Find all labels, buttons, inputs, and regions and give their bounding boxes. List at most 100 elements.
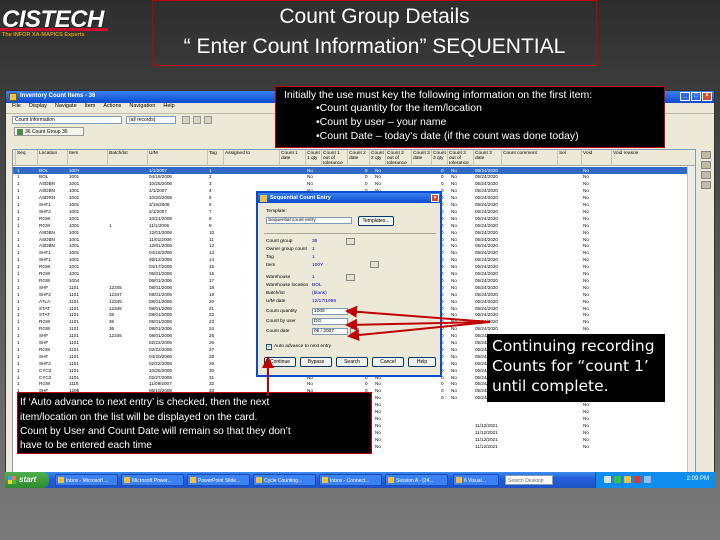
column-header[interactable]: Count 2 out of tolerance [387,151,411,166]
cell-void: No [583,284,589,290]
dialog-close-button[interactable]: × [431,194,439,202]
column-separator [431,150,432,166]
taskbar-item[interactable]: PowerPoint Slide... [187,474,250,486]
location-value: BOL [312,283,322,288]
taskbar-item[interactable]: Inbox - Connect... [319,474,382,486]
side-icon-2[interactable] [701,161,711,169]
column-header[interactable]: Count 3 qty [433,151,447,161]
bypass-button[interactable]: Bypass [300,357,332,367]
column-header[interactable]: Count 1 qty [307,151,321,161]
calendar-icon[interactable] [350,328,359,335]
count-by-user-input[interactable]: DG [312,318,348,325]
taskbar-group-icon [456,477,462,483]
menu-item[interactable]: Navigation [129,103,155,113]
column-header[interactable]: Void reason [613,151,695,156]
side-icon-1[interactable] [701,151,711,159]
cell-item: 1101 [69,284,79,290]
taskbar-item[interactable]: Cycle Counting... [253,474,316,486]
menu-item[interactable]: Actions [103,103,121,113]
side-icon-4[interactable] [701,181,711,189]
table-row[interactable]: 1 BOL 100Y 1/1/2007 1 No 0 No 0 No 05/24/2020 No [13,167,695,174]
taskbar-item[interactable]: Session A - [24... [385,474,448,486]
templates-button[interactable]: Templates... [358,216,394,226]
close-button[interactable]: × [702,92,712,101]
menu-item[interactable]: Item [85,103,96,113]
sequential-count-dialog: Sequential Count Entry × Template: Seque… [256,191,442,377]
column-header[interactable]: Count 3 date [475,151,501,161]
menu-item[interactable]: Display [29,103,47,113]
column-separator [207,150,208,166]
search-button[interactable]: Search [336,357,368,367]
tray-icon-4[interactable] [634,476,641,483]
column-header[interactable]: Void [583,151,611,156]
cell-d3: 05/24/2020 [475,181,498,187]
column-header[interactable]: Count 1 out of tolerance [323,151,347,166]
column-header[interactable]: Count 2 date [349,151,369,161]
cell-void: No [583,243,589,249]
column-header[interactable]: Count 3 date [413,151,431,161]
menu-item[interactable]: Help [163,103,174,113]
start-button[interactable]: start [5,472,49,488]
taskbar-item[interactable]: Inbox - Microsoft ... [55,474,118,486]
column-header[interactable]: Batch/lot [109,151,147,156]
warehouse-lookup-icon[interactable] [346,274,355,281]
grid-scrollbar[interactable] [687,166,695,474]
count-group-tab[interactable]: 36 Count Group 36 [14,127,84,136]
lookup-icon[interactable] [346,238,355,245]
tray-icon-3[interactable] [624,476,631,483]
tray-icon-5[interactable] [644,476,651,483]
column-header[interactable]: Item [69,151,107,156]
cell-tag: 28 [209,353,215,359]
taskbar-item[interactable]: Microsoft Power... [121,474,184,486]
cell-n2: No [375,174,381,180]
cell-q3: 0 [441,174,444,180]
side-icon-3[interactable] [701,171,711,179]
cell-lot: 12345 [109,298,122,304]
count-quantity-input[interactable]: 1000 [312,308,348,315]
count-date-input[interactable]: 05 / 2007 [312,328,348,335]
table-row[interactable]: 1 ASDBN 1001 10/25/2006 3 No 0 No 0 No 05/24/2020 N… [13,181,695,188]
help-button[interactable]: Help [408,357,436,367]
cell-n3: No [451,257,457,263]
column-separator [411,150,412,166]
column-header[interactable]: Seq [17,151,37,156]
auto-advance-checkbox[interactable] [266,343,272,350]
column-separator [385,150,386,166]
tag-label: Tag [266,255,274,260]
minimize-button[interactable]: _ [680,92,690,101]
column-header[interactable]: Tag [209,151,223,156]
toolbar-icon-1[interactable] [182,116,190,124]
cell-um: 06/01/2006 [149,277,172,283]
table-row[interactable]: 1 BOL 1001 04/18/2006 2 No 0 No 0 No 05/24/2020 No [13,174,695,181]
toolbar-icon-3[interactable] [204,116,212,124]
column-header[interactable]: Count comment [503,151,557,156]
cell-item: 1101 [69,326,79,332]
view-select[interactable]: Count Information [12,116,122,124]
desktop-search-input[interactable]: Search Desktop [505,475,553,485]
toolbar-icon-2[interactable] [193,116,201,124]
column-header[interactable]: Location [39,151,67,156]
column-header[interactable]: Count 2 qty [371,151,385,161]
column-header[interactable]: Assigned to [225,151,279,156]
column-header[interactable]: Count 1 date [281,151,305,161]
column-header[interactable]: U/M [149,151,207,156]
cell-tag: 8 [209,215,212,221]
cell-q2: 0 [365,181,368,187]
item-lookup-icon[interactable] [370,261,379,268]
template-select[interactable]: Sequential count entry [266,217,352,224]
column-header[interactable]: Sel [559,151,581,156]
cell-um: 10/20/2008 [149,195,172,201]
menu-item[interactable]: Navigate [55,103,77,113]
cell-d3: 05/24/2020 [475,202,498,207]
maximize-button[interactable]: □ [691,92,701,101]
tray-icon-1[interactable] [604,476,611,483]
cancel-button[interactable]: Cancel [372,357,404,367]
continue-button[interactable]: Continue [264,357,296,367]
column-separator [15,150,16,166]
taskbar-group-item[interactable]: 6 Visual... [453,474,499,486]
cell-loc: BOL [39,174,49,180]
menu-item[interactable]: File [12,103,21,113]
filter-select[interactable]: (all records) [126,116,176,124]
column-header[interactable]: Count 3 out of tolerance [449,151,473,166]
tray-icon-2[interactable] [614,476,621,483]
